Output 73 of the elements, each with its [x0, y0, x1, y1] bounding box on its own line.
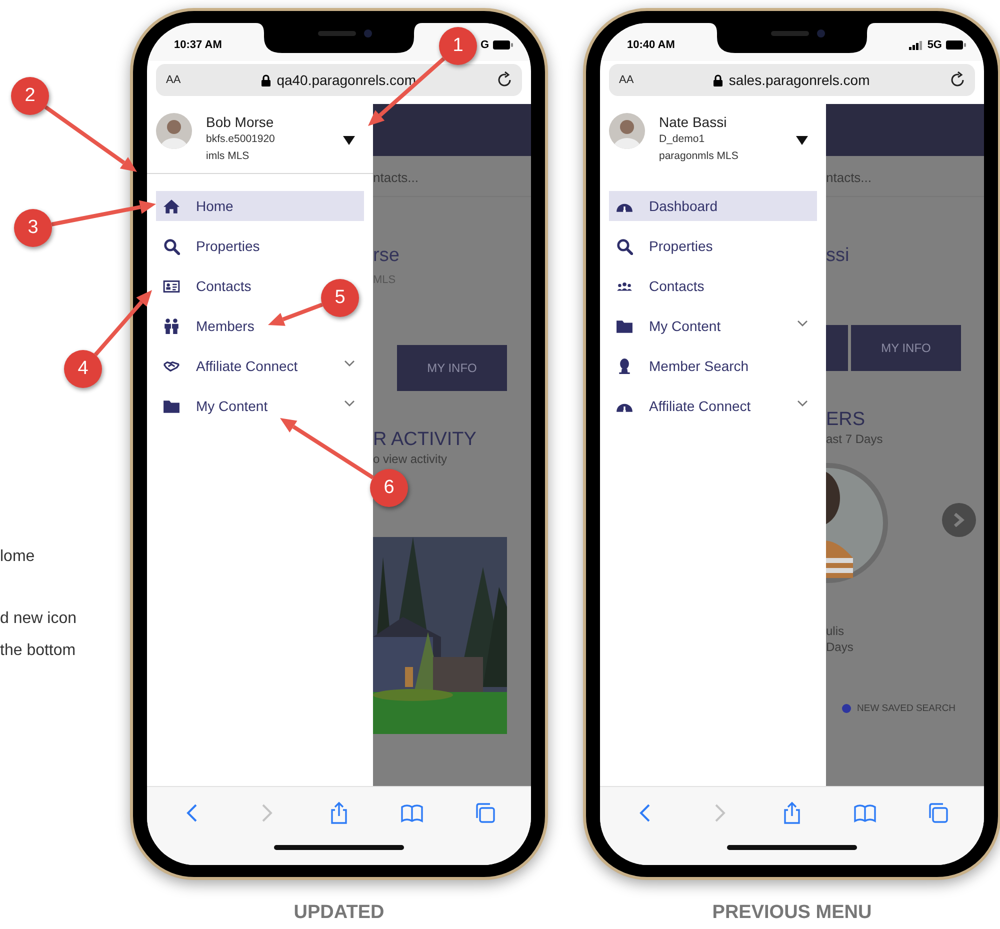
status-time: 10:40 AM	[627, 39, 675, 51]
menu-item[interactable]: Home	[156, 191, 364, 221]
home-icon	[163, 198, 180, 214]
battery-icon	[946, 40, 966, 50]
menu-item[interactable]: Properties	[609, 231, 817, 261]
text-size-button[interactable]: AA	[619, 74, 634, 86]
text-size-button[interactable]: AA	[166, 74, 181, 86]
dropdown-caret-icon[interactable]	[796, 136, 808, 145]
annotation-arrow	[268, 302, 323, 326]
annotation-arrow	[94, 290, 152, 356]
folder-icon	[616, 318, 633, 334]
menu-item[interactable]: My Content	[156, 391, 364, 421]
lock-icon	[260, 74, 271, 86]
avatar	[156, 113, 192, 149]
user-name: Nate Bassi	[659, 113, 728, 131]
menu-item[interactable]: Contacts	[609, 271, 817, 301]
section-caption: o view activity	[373, 451, 448, 467]
battery-icon	[493, 40, 513, 50]
user-mls: paragonmls MLS	[659, 149, 738, 164]
url-text: sales.paragonrels.com	[728, 72, 870, 88]
profile-name: rse	[373, 245, 400, 267]
menu-item[interactable]: Dashboard	[609, 191, 817, 221]
avatar	[609, 113, 645, 149]
profile-name: ssi	[826, 245, 850, 267]
step-number: 3	[14, 209, 52, 247]
url-text: qa40.paragonrels.com	[276, 72, 416, 88]
menu-item[interactable]: My Content	[609, 311, 817, 341]
step-number: 4	[64, 350, 102, 388]
note-text: lome	[0, 547, 36, 567]
network-label: G	[480, 39, 489, 51]
people-icon	[163, 318, 180, 334]
menu-item[interactable]: Affiliate Connect	[609, 391, 817, 421]
chevron-down-icon	[797, 400, 808, 407]
legend-label: NEW SAVED SEARCH	[857, 703, 956, 714]
person-icon	[616, 358, 633, 374]
user-mls: imls MLS	[206, 149, 250, 164]
chevron-down-icon	[344, 360, 355, 367]
search-hint: ntacts...	[373, 170, 419, 185]
user-name: Bob Morse	[206, 113, 275, 131]
signal-icon	[909, 40, 924, 50]
step-number: 2	[11, 77, 49, 115]
contact-name: ulis	[826, 623, 844, 639]
note-text: the bottom	[0, 641, 77, 661]
note-text: d new icon	[0, 609, 78, 629]
menu-item[interactable]: Affiliate Connect	[156, 351, 364, 381]
section-caption: ast 7 Days	[826, 431, 883, 447]
chevron-down-icon	[797, 320, 808, 327]
phone-caption: UPDATED	[294, 902, 384, 924]
search-icon	[616, 238, 633, 254]
search-icon	[163, 238, 180, 254]
user-id: bkfs.e5001920	[206, 132, 275, 147]
my-info-button[interactable]: MY INFO	[397, 345, 507, 391]
section-heading: ERS	[826, 409, 866, 431]
section-caption: Days	[826, 639, 854, 655]
menu-item[interactable]: Properties	[156, 231, 364, 261]
legend-dot	[842, 704, 851, 713]
user-id: D_demo1	[659, 132, 706, 147]
my-info-button[interactable]: MY INFO	[851, 325, 961, 371]
lock-icon	[712, 74, 723, 86]
contact-card-icon	[163, 278, 180, 294]
phone-caption: PREVIOUS MENU	[712, 902, 872, 924]
network-label: 5G	[927, 39, 942, 51]
chevron-right-icon	[953, 513, 965, 527]
chevron-down-icon	[344, 400, 355, 407]
folder-icon	[163, 398, 180, 414]
section-heading: R ACTIVITY	[373, 429, 476, 451]
address-bar[interactable]: AA sales.paragonrels.com	[609, 64, 975, 96]
status-time: 10:37 AM	[174, 39, 222, 51]
menu-item[interactable]: Member Search	[609, 351, 817, 381]
dropdown-caret-icon[interactable]	[343, 136, 355, 145]
next-button[interactable]	[942, 503, 976, 537]
address-bar[interactable]: AA qa40.paragonrels.com	[156, 64, 522, 96]
search-hint: ntacts...	[826, 170, 872, 185]
